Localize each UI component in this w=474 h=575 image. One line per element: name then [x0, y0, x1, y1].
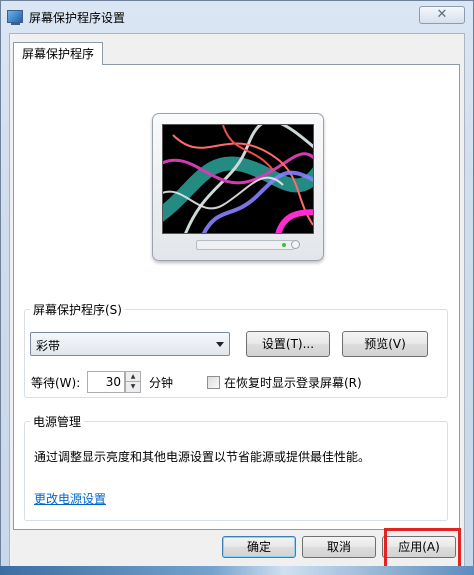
monitor-preview — [152, 113, 324, 261]
power-button-icon — [291, 240, 300, 249]
power-group-legend: 电源管理 — [33, 415, 82, 429]
screensaver-preview-screen — [162, 124, 314, 234]
wait-minutes-input[interactable]: 30 — [87, 371, 125, 393]
wait-minutes-spinner[interactable]: ▲ ▼ — [125, 371, 141, 393]
title-bar[interactable]: 屏幕保护程序设置 ✕ — [1, 1, 473, 33]
spin-up-icon[interactable]: ▲ — [126, 372, 140, 382]
screensaver-select[interactable]: 彩带 — [30, 332, 230, 356]
screensaver-select-value: 彩带 — [36, 339, 61, 353]
settings-button[interactable]: 设置(T)... — [246, 331, 330, 357]
dialog-client-area: 屏幕保护程序 屏幕保护程序(S) 彩带 设置(T)... 预览(V) 等待(W)… — [9, 33, 465, 567]
taskbar-strip — [0, 566, 474, 575]
resume-login-label[interactable]: 在恢复时显示登录屏幕(R) — [224, 374, 362, 391]
power-management-group: 电源管理 通过调整显示亮度和其他电源设置以节省能源或提供最佳性能。 更改电源设置 — [24, 413, 448, 521]
wait-label: 等待(W): — [31, 376, 81, 390]
preview-button[interactable]: 预览(V) — [342, 331, 428, 357]
monitor-icon — [7, 10, 23, 25]
dialog-window: 屏幕保护程序设置 ✕ 屏幕保护程序 屏幕保护程序(S) 彩带 设置(T)... … — [0, 0, 474, 575]
resume-login-checkbox[interactable] — [207, 376, 220, 389]
tab-panel: 屏幕保护程序(S) 彩带 设置(T)... 预览(V) 等待(W): 30 ▲ … — [13, 64, 460, 530]
change-power-settings-link[interactable]: 更改电源设置 — [34, 490, 106, 507]
spin-down-icon[interactable]: ▼ — [126, 382, 140, 392]
screensaver-group-legend: 屏幕保护程序(S) — [33, 303, 122, 317]
wait-unit-label: 分钟 — [149, 376, 174, 390]
ok-button[interactable]: 确定 — [222, 536, 296, 558]
apply-highlight-box — [384, 528, 461, 570]
cancel-button[interactable]: 取消 — [302, 536, 376, 558]
tab-screensaver[interactable]: 屏幕保护程序 — [13, 42, 104, 65]
wait-minutes-value: 30 — [105, 375, 121, 389]
power-led-icon — [282, 243, 286, 247]
chevron-down-icon — [216, 342, 224, 347]
window-title: 屏幕保护程序设置 — [29, 11, 126, 25]
monitor-base-slot — [196, 240, 294, 250]
ribbons-preview-image — [163, 125, 313, 233]
close-button[interactable]: ✕ — [419, 6, 465, 24]
power-description: 通过调整显示亮度和其他电源设置以节省能源或提供最佳性能。 — [34, 450, 371, 464]
screensaver-group: 屏幕保护程序(S) 彩带 设置(T)... 预览(V) 等待(W): 30 ▲ … — [24, 301, 448, 398]
